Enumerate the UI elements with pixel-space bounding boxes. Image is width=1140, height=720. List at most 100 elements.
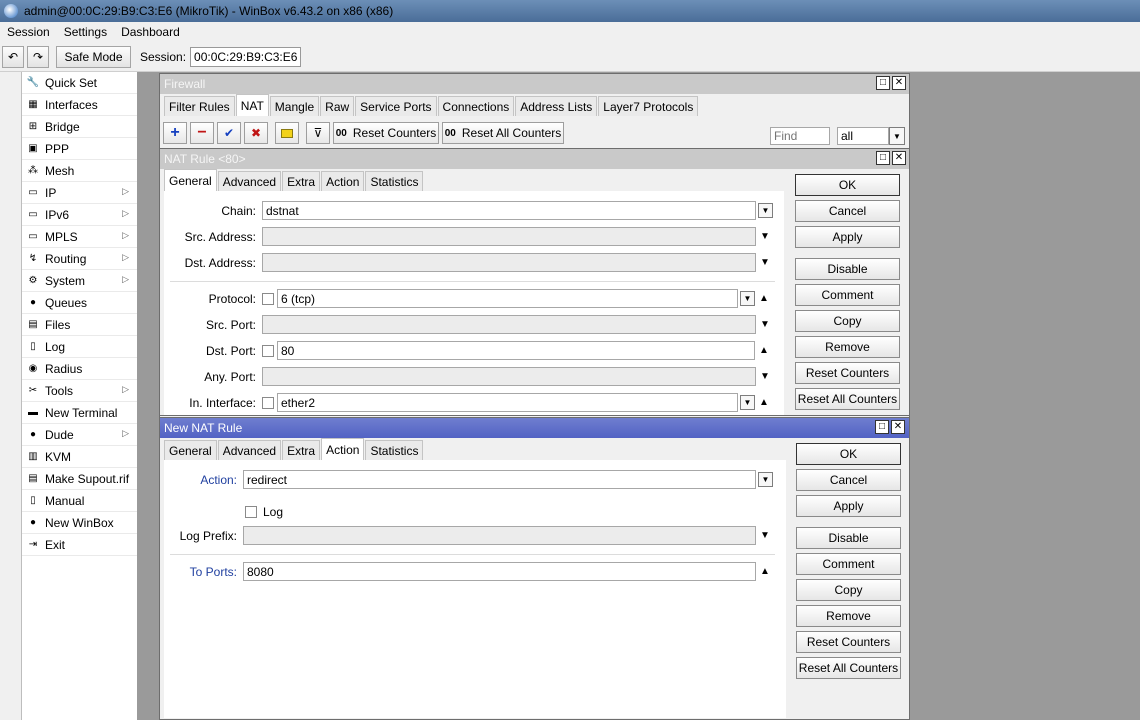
action-select[interactable]: redirect [243, 470, 756, 489]
close-button[interactable]: ✕ [892, 151, 906, 165]
comment-button[interactable]: Comment [796, 553, 901, 575]
cancel-button[interactable]: Cancel [796, 469, 901, 491]
to-ports-input[interactable]: 8080 [243, 562, 756, 581]
reset-counters-button[interactable]: Reset Counters [795, 362, 900, 384]
cancel-button[interactable]: Cancel [795, 200, 900, 222]
dst-port-input[interactable]: 80 [277, 341, 755, 360]
sidebar-item-quick-set[interactable]: 🔧 Quick Set [22, 72, 137, 94]
expand-down-icon[interactable]: ▼ [758, 371, 772, 382]
ok-button[interactable]: OK [795, 174, 900, 196]
expand-down-icon[interactable]: ▼ [758, 231, 772, 242]
redo-button[interactable]: ↷ [27, 45, 49, 68]
tab-action[interactable]: Action [321, 438, 365, 460]
dst-port-negate-checkbox[interactable] [262, 344, 274, 357]
src-port-field[interactable] [262, 315, 756, 334]
menu-session[interactable]: Session [0, 25, 57, 39]
comment-button[interactable]: Comment [795, 284, 900, 306]
sidebar-item-log[interactable]: ▯ Log [22, 336, 137, 358]
remove-button[interactable]: Remove [795, 336, 900, 358]
reset-all-counters-button[interactable]: Reset All Counters [796, 657, 901, 679]
sidebar-item-exit[interactable]: ⇥ Exit [22, 534, 137, 556]
close-button[interactable]: ✕ [892, 76, 906, 90]
maximize-button[interactable]: □ [876, 151, 890, 165]
tab-general[interactable]: General [164, 440, 217, 460]
remove-rule-button[interactable]: − [190, 122, 214, 144]
menu-settings[interactable]: Settings [57, 25, 114, 39]
tab-service-ports[interactable]: Service Ports [355, 96, 437, 116]
remove-button[interactable]: Remove [796, 605, 901, 627]
expand-down-icon[interactable]: ▼ [758, 530, 772, 541]
in-interface-negate-checkbox[interactable] [262, 396, 274, 409]
tab-connections[interactable]: Connections [437, 96, 515, 116]
protocol-negate-checkbox[interactable] [262, 292, 274, 305]
sidebar-item-tools[interactable]: ✂ Tools ▷ [22, 380, 137, 402]
apply-button[interactable]: Apply [796, 495, 901, 517]
reset-counters-button[interactable]: Reset Counters [796, 631, 901, 653]
close-button[interactable]: ✕ [891, 420, 905, 434]
sidebar-item-queues[interactable]: ● Queues [22, 292, 137, 314]
collapse-up-icon[interactable]: ▲ [757, 345, 771, 356]
tab-statistics[interactable]: Statistics [365, 440, 424, 460]
undo-button[interactable]: ↶ [2, 45, 24, 68]
protocol-select[interactable]: 6 (tcp) [277, 289, 738, 308]
sidebar-item-mesh[interactable]: ⁂ Mesh [22, 160, 137, 182]
filter-select[interactable]: all ▼ [837, 127, 905, 145]
safe-mode-button[interactable]: Safe Mode [56, 45, 131, 68]
sidebar-item-routing[interactable]: ↯ Routing ▷ [22, 248, 137, 270]
tab-filter-rules[interactable]: Filter Rules [164, 96, 235, 116]
comment-button[interactable] [275, 122, 299, 144]
sidebar-item-make-supout-rif[interactable]: ▤ Make Supout.rif [22, 468, 137, 490]
sidebar-item-ppp[interactable]: ▣ PPP [22, 138, 137, 160]
src-address-field[interactable] [262, 227, 756, 246]
copy-button[interactable]: Copy [796, 579, 901, 601]
chevron-down-icon[interactable]: ▼ [740, 291, 755, 306]
apply-button[interactable]: Apply [795, 226, 900, 248]
chain-select[interactable]: dstnat [262, 201, 756, 220]
tab-mangle[interactable]: Mangle [269, 96, 320, 116]
chevron-down-icon[interactable]: ▼ [740, 395, 755, 410]
ok-button[interactable]: OK [796, 443, 901, 465]
tab-nat[interactable]: NAT [235, 94, 269, 116]
tab-raw[interactable]: Raw [320, 96, 355, 116]
tab-action[interactable]: Action [321, 171, 365, 191]
sidebar-item-system[interactable]: ⚙ System ▷ [22, 270, 137, 292]
add-button[interactable]: + [163, 122, 187, 144]
dst-address-field[interactable] [262, 253, 756, 272]
enable-button[interactable]: ✔ [217, 122, 241, 144]
log-prefix-field[interactable] [243, 526, 756, 545]
filter-button[interactable]: ⊽ [306, 122, 330, 144]
disable-button[interactable]: Disable [795, 258, 900, 280]
sidebar-item-mpls[interactable]: ▭ MPLS ▷ [22, 226, 137, 248]
expand-down-icon[interactable]: ▼ [758, 257, 772, 268]
tab-statistics[interactable]: Statistics [365, 171, 424, 191]
chevron-down-icon[interactable]: ▼ [758, 472, 773, 487]
log-checkbox[interactable] [245, 506, 257, 518]
sidebar-item-kvm[interactable]: ▥ KVM [22, 446, 137, 468]
tab-extra[interactable]: Extra [282, 440, 321, 460]
expand-down-icon[interactable]: ▼ [758, 319, 772, 330]
reset-counters-button[interactable]: 00 Reset Counters [333, 122, 439, 144]
sidebar-item-manual[interactable]: ▯ Manual [22, 490, 137, 512]
maximize-button[interactable]: □ [875, 420, 889, 434]
sidebar-item-new-terminal[interactable]: ▬ New Terminal [22, 402, 137, 424]
sidebar-item-radius[interactable]: ◉ Radius [22, 358, 137, 380]
sidebar-item-files[interactable]: ▤ Files [22, 314, 137, 336]
maximize-button[interactable]: □ [876, 76, 890, 90]
sidebar-item-new-winbox[interactable]: ● New WinBox [22, 512, 137, 534]
any-port-field[interactable] [262, 367, 756, 386]
collapse-up-icon[interactable]: ▲ [757, 397, 771, 408]
reset-all-counters-button[interactable]: Reset All Counters [795, 388, 900, 410]
tab-extra[interactable]: Extra [282, 171, 321, 191]
disable-button[interactable]: Disable [796, 527, 901, 549]
sidebar-item-ip[interactable]: ▭ IP ▷ [22, 182, 137, 204]
tab-advanced[interactable]: Advanced [217, 440, 282, 460]
collapse-up-icon[interactable]: ▲ [758, 566, 772, 577]
in-interface-select[interactable]: ether2 [277, 393, 738, 412]
disable-button[interactable]: ✖ [244, 122, 268, 144]
tab-layer7-protocols[interactable]: Layer7 Protocols [598, 96, 699, 116]
reset-all-counters-button[interactable]: 00 Reset All Counters [442, 122, 564, 144]
find-input[interactable] [770, 127, 830, 145]
sidebar-item-dude[interactable]: ● Dude ▷ [22, 424, 137, 446]
chevron-down-icon[interactable]: ▼ [758, 203, 773, 218]
sidebar-item-bridge[interactable]: ⊞ Bridge [22, 116, 137, 138]
